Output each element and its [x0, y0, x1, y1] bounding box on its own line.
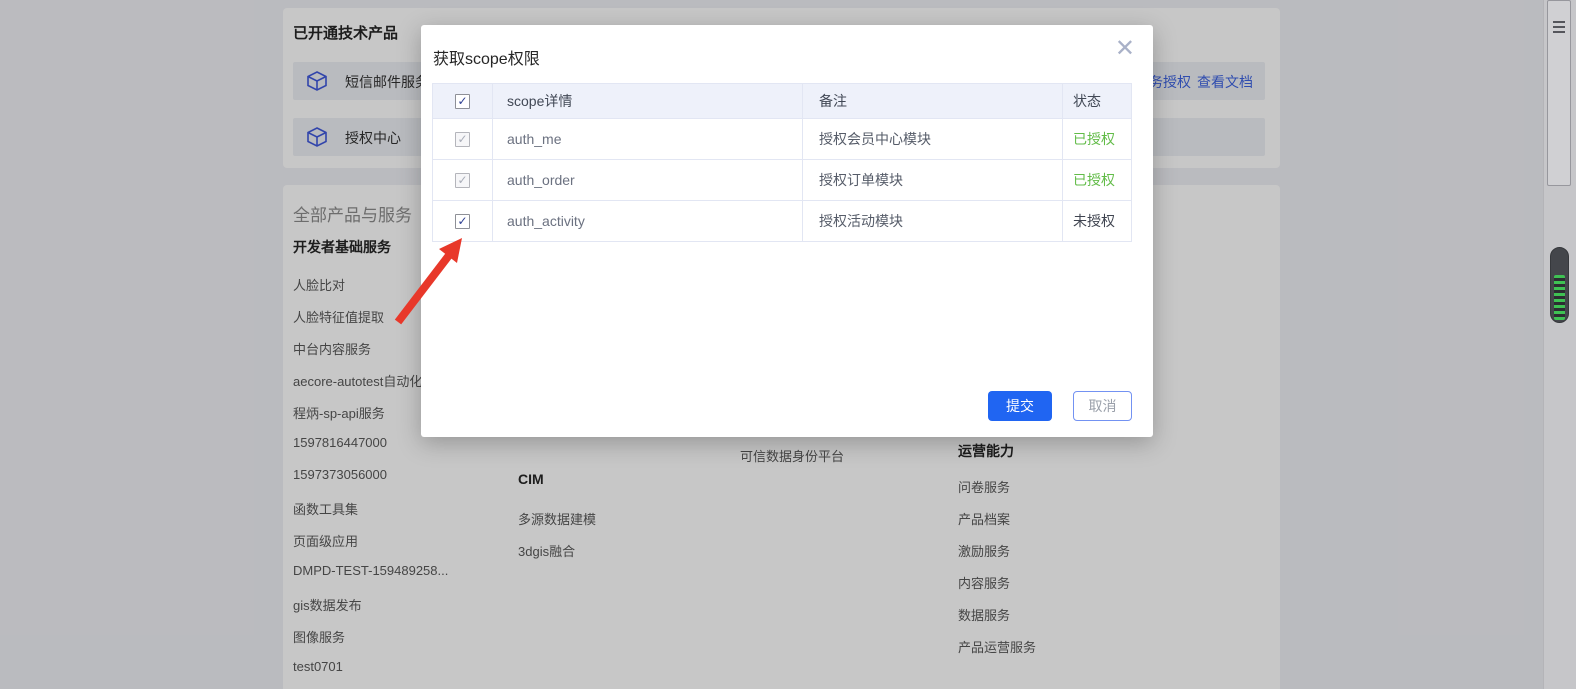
scope-permission-dialog: 获取scope权限 ✕ ✓ scope详情 备注 状态 ✓ auth_me 授权… — [421, 25, 1153, 437]
scope-name: auth_activity — [493, 201, 803, 241]
scope-name: auth_order — [493, 160, 803, 200]
table-row: ✓ auth_activity 授权活动模块 未授权 — [432, 201, 1132, 242]
scope-remark: 授权订单模块 — [803, 160, 1063, 200]
table-row: ✓ auth_order 授权订单模块 已授权 — [432, 160, 1132, 201]
row-checkbox: ✓ — [455, 173, 470, 188]
table-row: ✓ auth_me 授权会员中心模块 已授权 — [432, 119, 1132, 160]
status-badge: 已授权 — [1063, 160, 1133, 200]
column-header-status: 状态 — [1063, 84, 1133, 118]
close-icon[interactable]: ✕ — [1115, 37, 1135, 61]
table-header-row: ✓ scope详情 备注 状态 — [432, 83, 1132, 119]
scope-table: ✓ scope详情 备注 状态 ✓ auth_me 授权会员中心模块 已授权 ✓… — [432, 83, 1132, 242]
row-checkbox[interactable]: ✓ — [455, 214, 470, 229]
scrollbar-grip-line — [1553, 31, 1565, 33]
row-checkbox: ✓ — [455, 132, 470, 147]
scrollbar-track[interactable] — [1543, 0, 1576, 689]
submit-button[interactable]: 提交 — [988, 391, 1052, 421]
scrollbar-grip-line — [1553, 21, 1565, 23]
cancel-button[interactable]: 取消 — [1073, 391, 1132, 421]
annotation-arrow-icon — [386, 230, 476, 330]
column-header-scope: scope详情 — [493, 84, 803, 118]
select-all-checkbox[interactable]: ✓ — [455, 94, 470, 109]
scope-name: auth_me — [493, 119, 803, 159]
scope-remark: 授权会员中心模块 — [803, 119, 1063, 159]
scope-remark: 授权活动模块 — [803, 201, 1063, 241]
scrollbar-grip-line — [1553, 26, 1565, 28]
status-badge: 未授权 — [1063, 201, 1133, 241]
dialog-title: 获取scope权限 — [433, 45, 540, 69]
status-badge: 已授权 — [1063, 119, 1133, 159]
capture-progress-indicator — [1550, 247, 1569, 323]
scrollbar-thumb[interactable] — [1547, 0, 1571, 186]
capture-progress-stripes — [1554, 275, 1565, 320]
column-header-remark: 备注 — [803, 84, 1063, 118]
